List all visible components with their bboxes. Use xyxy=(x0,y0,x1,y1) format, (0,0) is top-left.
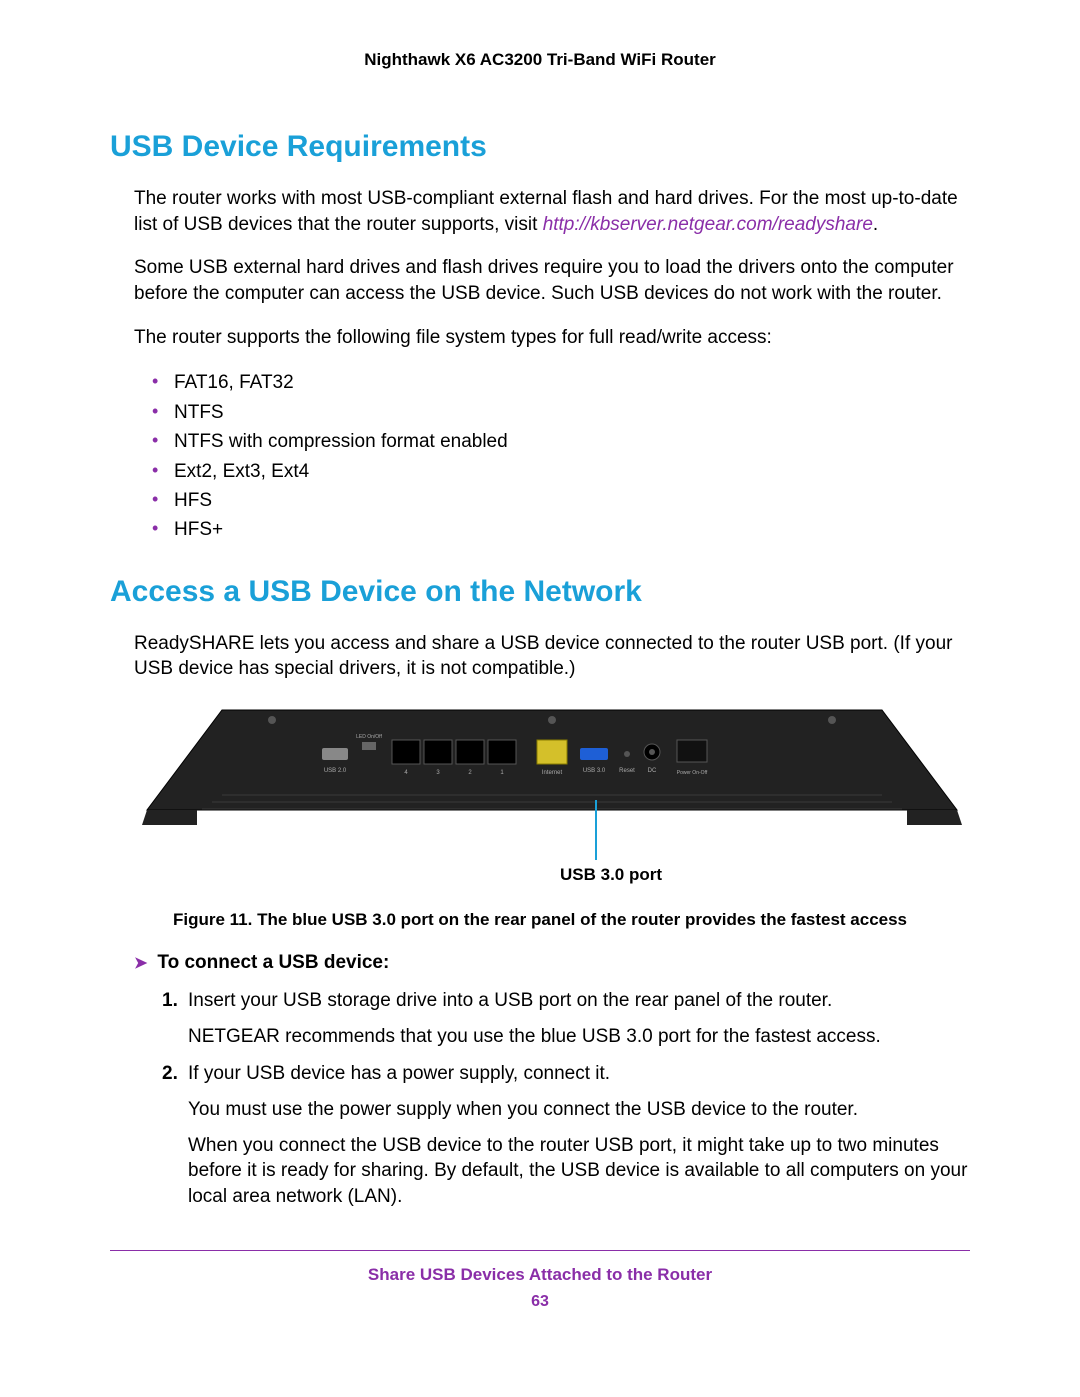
footer-page-number: 63 xyxy=(110,1293,970,1311)
list-item: FAT16, FAT32 xyxy=(152,368,970,397)
label-usb3: USB 3.0 xyxy=(583,768,606,774)
list-item: NTFS with compression format enabled xyxy=(152,427,970,456)
paragraph: The router supports the following file s… xyxy=(110,325,970,351)
step-item: If your USB device has a power supply, c… xyxy=(162,1061,970,1209)
footer-divider xyxy=(110,1250,970,1251)
step-detail: NETGEAR recommends that you use the blue… xyxy=(188,1024,970,1050)
label-internet: Internet xyxy=(542,770,563,776)
label-led: LED On/Off xyxy=(356,734,382,740)
paragraph: Some USB external hard drives and flash … xyxy=(110,255,970,306)
step-lead: Insert your USB storage drive into a USB… xyxy=(188,990,832,1011)
task-heading-text: To connect a USB device: xyxy=(157,952,389,973)
label-reset: Reset xyxy=(619,768,635,774)
label-dc: DC xyxy=(648,768,657,774)
label-usb2: USB 2.0 xyxy=(324,768,347,774)
step-lead: If your USB device has a power supply, c… xyxy=(188,1063,610,1084)
callout-line xyxy=(595,800,597,860)
task-heading: ➤ To connect a USB device: xyxy=(110,952,970,974)
figure-caption: Figure 11. The blue USB 3.0 port on the … xyxy=(110,910,970,930)
list-item: HFS xyxy=(152,486,970,515)
step-item: Insert your USB storage drive into a USB… xyxy=(162,988,970,1049)
filesystem-list: FAT16, FAT32 NTFS NTFS with compression … xyxy=(110,368,970,545)
readyshare-link[interactable]: http://kbserver.netgear.com/readyshare xyxy=(543,214,873,235)
paragraph: The router works with most USB-compliant… xyxy=(110,186,970,237)
paragraph: ReadySHARE lets you access and share a U… xyxy=(110,631,970,682)
steps-list: Insert your USB storage drive into a USB… xyxy=(110,988,970,1209)
step-detail: You must use the power supply when you c… xyxy=(188,1097,970,1123)
footer-chapter: Share USB Devices Attached to the Router xyxy=(110,1265,970,1285)
chevron-right-icon: ➤ xyxy=(134,955,147,972)
list-item: HFS+ xyxy=(152,515,970,544)
heading-usb-requirements: USB Device Requirements xyxy=(110,130,970,164)
page-header: Nighthawk X6 AC3200 Tri-Band WiFi Router xyxy=(110,50,970,70)
label-power: Power On-Off xyxy=(677,770,708,776)
text: . xyxy=(873,214,878,235)
list-item: Ext2, Ext3, Ext4 xyxy=(152,457,970,486)
callout-usb3-label: USB 3.0 port xyxy=(560,865,662,885)
router-rear-illustration: USB 2.0 LED On/Off 4 3 2 1 Internet USB … xyxy=(142,700,962,840)
heading-access-usb: Access a USB Device on the Network xyxy=(110,575,970,609)
step-detail: When you connect the USB device to the r… xyxy=(188,1133,970,1210)
router-figure: USB 2.0 LED On/Off 4 3 2 1 Internet USB … xyxy=(110,700,970,840)
list-item: NTFS xyxy=(152,398,970,427)
document-page: Nighthawk X6 AC3200 Tri-Band WiFi Router… xyxy=(0,0,1080,1397)
